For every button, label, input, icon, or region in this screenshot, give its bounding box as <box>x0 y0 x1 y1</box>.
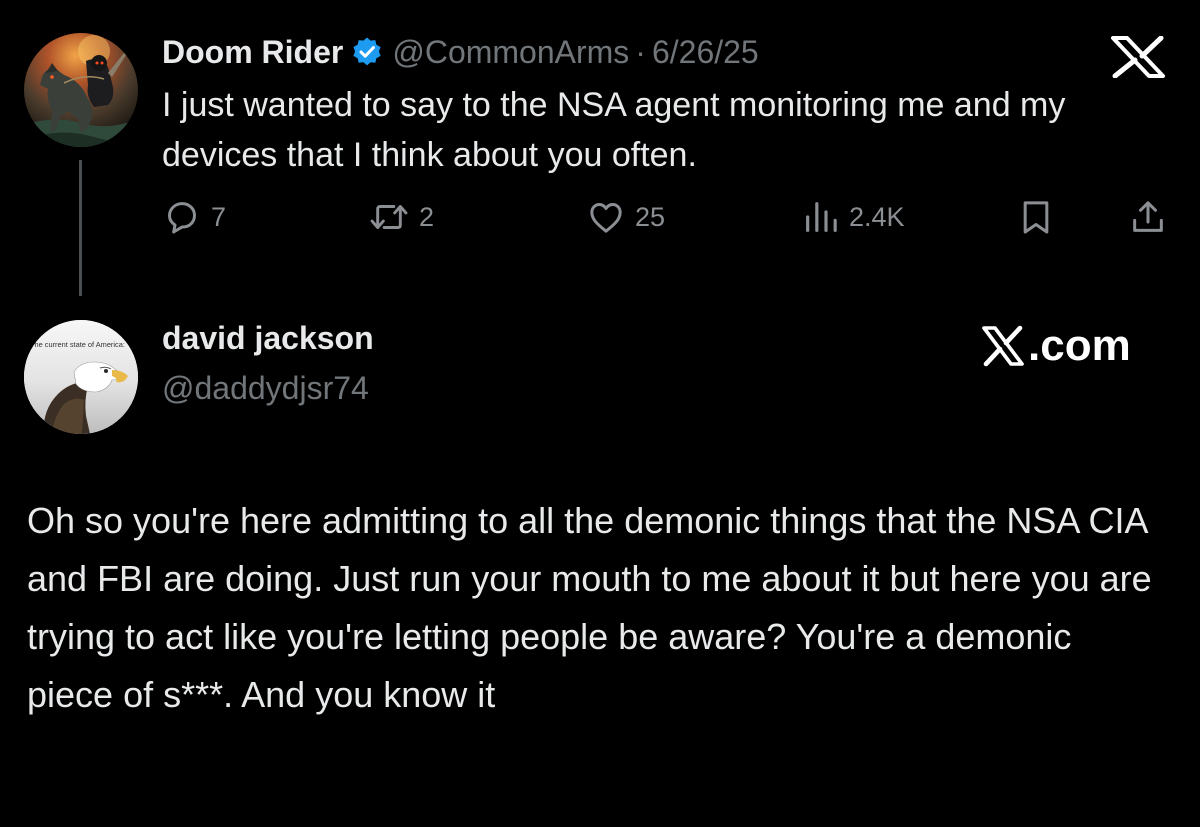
repost-icon <box>370 205 408 229</box>
share-icon <box>1133 201 1163 232</box>
like-count: 25 <box>635 201 666 232</box>
views-count: 2.4K <box>849 201 905 232</box>
bookmark-button[interactable] <box>1016 192 1056 242</box>
xcom-text: .com <box>1028 321 1131 370</box>
reply-count: 7 <box>211 201 227 232</box>
tweet-date[interactable]: 6/26/25 <box>652 34 759 71</box>
bookmark-icon <box>1023 201 1049 234</box>
views-icon <box>806 202 837 232</box>
reply-button[interactable]: 7 <box>162 192 226 242</box>
display-name[interactable]: Doom Rider <box>162 34 343 71</box>
reply-icon <box>168 202 196 234</box>
tweet-header: Doom Rider @CommonArms · 6/26/25 <box>162 30 759 74</box>
action-bar: 7 2 25 2.4K <box>162 192 1172 242</box>
repost-button[interactable]: 2 <box>368 192 434 242</box>
like-button[interactable]: 25 <box>586 192 665 242</box>
share-button[interactable] <box>1128 192 1168 242</box>
reply-handle[interactable]: @daddydjsr74 <box>162 370 369 407</box>
avatar-caption: The current state of America: <box>30 340 125 349</box>
horseman-avatar-image <box>24 33 138 147</box>
separator-dot: · <box>635 33 646 70</box>
x-logo-icon <box>1107 35 1169 79</box>
doom-rider-avatar[interactable] <box>24 33 138 147</box>
xcom-watermark: .com <box>980 318 1131 374</box>
x-logo-icon <box>982 325 1024 367</box>
tweet-text: I just wanted to say to the NSA agent mo… <box>162 86 1066 174</box>
views-button[interactable]: 2.4K <box>802 192 905 242</box>
handle[interactable]: @CommonArms <box>392 34 629 71</box>
thread-line <box>79 160 82 296</box>
verified-icon <box>351 36 383 68</box>
heart-icon <box>590 203 622 233</box>
reply-display-name[interactable]: david jackson <box>162 320 374 357</box>
reply-text: Oh so you're here admitting to all the d… <box>27 500 1152 715</box>
repost-count: 2 <box>419 201 435 232</box>
eagle-avatar-image: The current state of America: <box>24 320 138 434</box>
david-jackson-avatar[interactable]: The current state of America: <box>24 320 138 434</box>
